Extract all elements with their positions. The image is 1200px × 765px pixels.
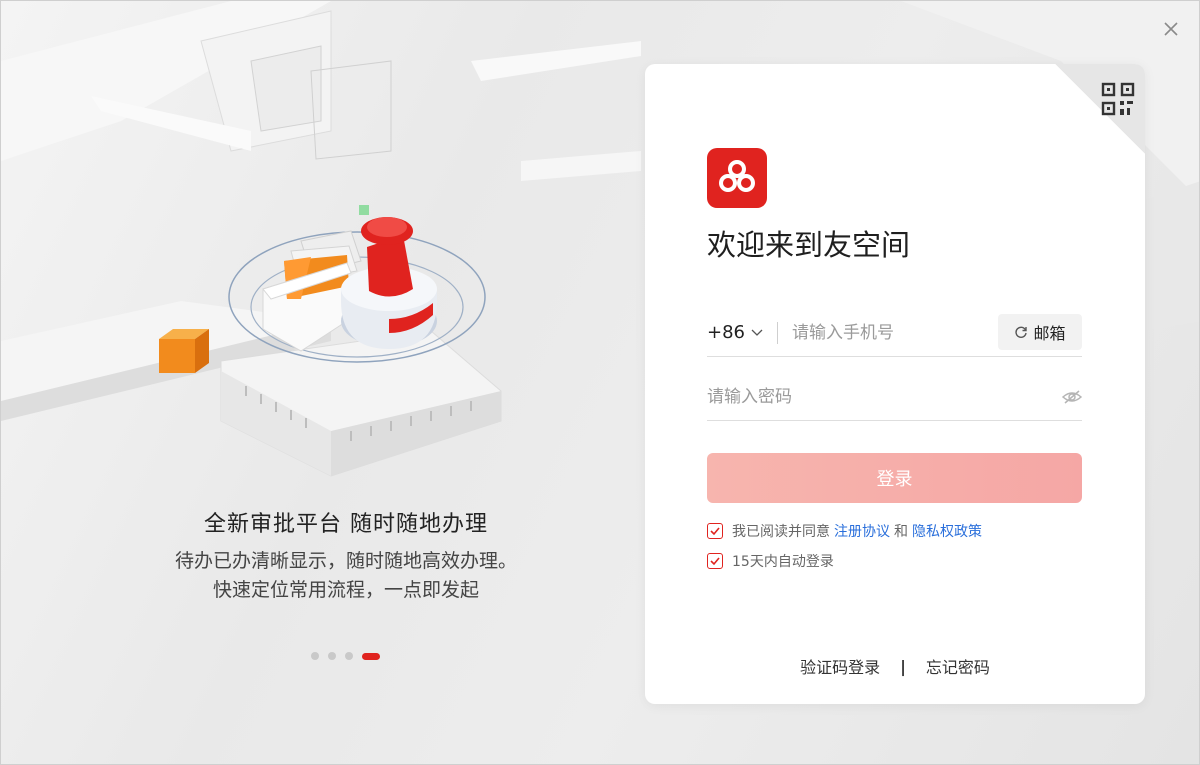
carousel-dot-active[interactable] <box>362 652 380 660</box>
app-logo <box>707 148 767 208</box>
approval-stamp-illustration <box>159 217 502 477</box>
terms-link[interactable]: 注册协议 <box>834 521 890 541</box>
slogan-line: 快速定位常用流程，一点即发起 <box>212 579 479 601</box>
auto-login-label: 15天内自动登录 <box>732 554 834 570</box>
switch-to-email-button[interactable]: 邮箱 <box>998 314 1082 350</box>
login-button[interactable]: 登录 <box>707 453 1082 503</box>
close-button[interactable] <box>1157 15 1185 43</box>
carousel-dot[interactable] <box>311 652 319 660</box>
phone-input[interactable] <box>792 322 992 343</box>
phone-field-row: +86 邮箱 <box>707 309 1082 357</box>
qrcode-icon[interactable] <box>1101 82 1135 116</box>
auto-login-row: 15天内自动登录 <box>707 551 834 571</box>
password-input[interactable] <box>707 386 1047 407</box>
country-code-value: +86 <box>707 322 745 343</box>
chevron-down-icon <box>751 329 763 336</box>
alt-login-links: 验证码登录 | 忘记密码 <box>645 654 1145 678</box>
sms-login-link[interactable]: 验证码登录 <box>800 654 880 678</box>
slogan-line: 待办已办清晰显示，随时随地高效办理。 <box>174 550 517 572</box>
switch-to-email-label: 邮箱 <box>1033 324 1066 343</box>
check-icon <box>710 557 720 566</box>
auto-login-checkbox[interactable] <box>707 553 723 569</box>
carousel-indicator <box>311 652 380 660</box>
agreement-checkbox[interactable] <box>707 523 723 539</box>
password-field-row <box>707 373 1082 421</box>
slogan-title: 全新审批平台 随时随地办理 <box>204 512 488 537</box>
agreement-prefix: 我已阅读并同意 <box>732 524 830 540</box>
carousel-dot[interactable] <box>328 652 336 660</box>
login-window: 全新审批平台 随时随地办理 待办已办清晰显示，随时随地高效办理。 快速定位常用流… <box>0 0 1200 765</box>
forgot-password-link[interactable]: 忘记密码 <box>926 654 990 678</box>
agreement-and: 和 <box>894 524 908 540</box>
promo-panel: 全新审批平台 随时随地办理 待办已办清晰显示，随时随地高效办理。 快速定位常用流… <box>1 1 651 764</box>
agreement-row: 我已阅读并同意 注册协议 和 隐私权政策 <box>707 521 986 541</box>
carousel-dot[interactable] <box>345 652 353 660</box>
refresh-icon <box>1015 326 1028 338</box>
slogan-description: 待办已办清晰显示，随时随地高效办理。 快速定位常用流程，一点即发起 <box>1 547 691 605</box>
close-icon <box>1164 22 1178 36</box>
eye-hidden-icon[interactable] <box>1062 387 1082 407</box>
app-logo-mark <box>719 160 755 192</box>
country-code-select[interactable]: +86 <box>707 321 778 344</box>
check-icon <box>710 527 720 536</box>
login-card: 欢迎来到友空间 +86 邮箱 <box>645 64 1145 704</box>
privacy-link[interactable]: 隐私权政策 <box>912 521 982 541</box>
link-separator: | <box>900 656 906 676</box>
welcome-title: 欢迎来到友空间 <box>707 228 911 262</box>
